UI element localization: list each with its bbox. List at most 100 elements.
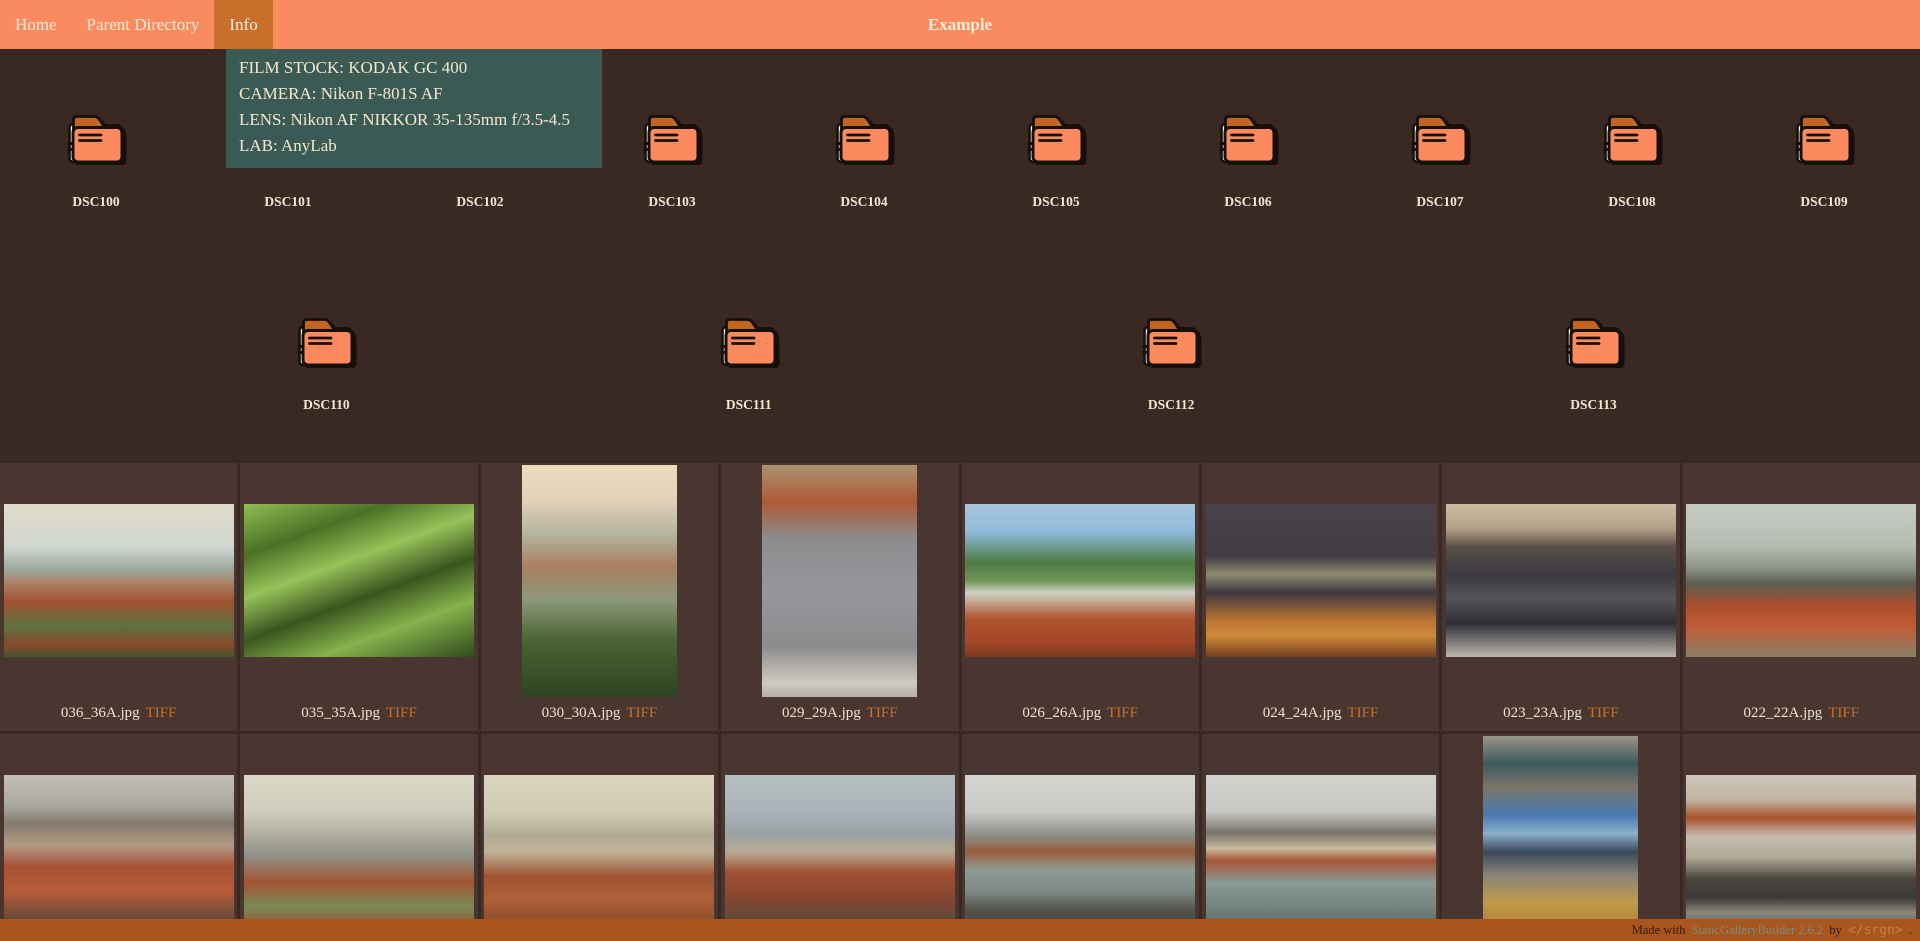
photo-filename: 024_24A.jpg	[1263, 705, 1342, 721]
folder-label: DSC113	[1498, 397, 1690, 413]
folder-icon	[640, 107, 704, 165]
photo-thumbnail[interactable]	[1206, 775, 1436, 928]
folder-item[interactable]: DSC112	[1075, 310, 1267, 413]
photo-thumbnail[interactable]	[965, 504, 1195, 657]
photo-filename: 030_30A.jpg	[542, 705, 621, 721]
folder-icon	[1562, 310, 1626, 368]
folder-label: DSC107	[1344, 194, 1536, 210]
footer-by-text: by	[1829, 923, 1842, 937]
photo-tile: 026_26A.jpg TIFF	[962, 463, 1199, 731]
photo-thumbnail[interactable]	[244, 504, 474, 657]
folder-item[interactable]: DSC107	[1344, 107, 1536, 210]
photo-tile: 029_29A.jpg TIFF	[721, 463, 958, 731]
tiff-link[interactable]: TIFF	[386, 705, 417, 721]
info-line-camera: CAMERA: Nikon F-801S AF	[239, 81, 589, 107]
photo-tile: 035_35A.jpg TIFF	[240, 463, 477, 731]
photo-filename: 026_26A.jpg	[1022, 705, 1101, 721]
tiff-link[interactable]: TIFF	[1828, 705, 1859, 721]
folder-label: DSC101	[192, 194, 384, 210]
photo-thumbnail[interactable]	[4, 775, 234, 928]
folder-icon	[1024, 107, 1088, 165]
info-line-lab: LAB: AnyLab	[239, 133, 589, 159]
static-gallery-builder-link[interactable]: StaticGalleryBuilder 2.6.2	[1692, 923, 1824, 937]
tiff-link[interactable]: TIFF	[1588, 705, 1619, 721]
folder-label: DSC102	[384, 194, 576, 210]
photo-tile	[1442, 734, 1679, 941]
footer: Made with StaticGalleryBuilder 2.6.2 by …	[0, 919, 1920, 941]
folder-item[interactable]: DSC103	[576, 107, 768, 210]
photo-tile: 022_22A.jpg TIFF	[1683, 463, 1920, 731]
folder-label: DSC112	[1075, 397, 1267, 413]
folder-label: DSC104	[768, 194, 960, 210]
folder-item[interactable]: DSC104	[768, 107, 960, 210]
folder-label: DSC106	[1152, 194, 1344, 210]
tiff-link[interactable]: TIFF	[626, 705, 657, 721]
folder-item[interactable]: DSC106	[1152, 107, 1344, 210]
folder-icon	[832, 107, 896, 165]
photo-thumbnail[interactable]	[725, 775, 955, 928]
photo-thumbnail[interactable]	[244, 775, 474, 928]
photo-thumbnail[interactable]	[1206, 504, 1436, 657]
photo-tile	[1202, 734, 1439, 941]
folder-icon	[294, 310, 358, 368]
photo-tile: 023_23A.jpg TIFF	[1442, 463, 1679, 731]
photo-thumbnail[interactable]	[522, 465, 677, 697]
photo-tile	[1683, 734, 1920, 941]
folder-label: DSC109	[1728, 194, 1920, 210]
footer-made-with-text: Made with	[1632, 923, 1686, 937]
folder-icon	[1600, 107, 1664, 165]
footer-period: .	[1909, 923, 1912, 937]
info-line-film-stock: FILM STOCK: KODAK GC 400	[239, 55, 589, 81]
folder-item[interactable]: DSC105	[960, 107, 1152, 210]
photo-thumbnail[interactable]	[484, 775, 714, 928]
thumbnail-grid: 036_36A.jpg TIFF 035_35A.jpg TIFF 030_30A.…	[0, 463, 1920, 941]
photo-tile	[481, 734, 718, 941]
photo-thumbnail[interactable]	[4, 504, 234, 657]
folder-icon	[1139, 310, 1203, 368]
tiff-link[interactable]: TIFF	[1348, 705, 1379, 721]
photo-tile: 036_36A.jpg TIFF	[0, 463, 237, 731]
photo-tile: 030_30A.jpg TIFF	[481, 463, 718, 731]
folder-item[interactable]: DSC110	[230, 310, 422, 413]
folder-icon	[717, 310, 781, 368]
photo-tile	[962, 734, 1199, 941]
folder-item[interactable]: DSC100	[0, 107, 192, 210]
folder-label: DSC100	[0, 194, 192, 210]
photo-filename: 035_35A.jpg	[301, 705, 380, 721]
photo-thumbnail[interactable]	[762, 465, 917, 697]
folder-icon	[64, 107, 128, 165]
photo-thumbnail[interactable]	[1686, 775, 1916, 928]
photo-tile: 024_24A.jpg TIFF	[1202, 463, 1439, 731]
folder-icon	[1216, 107, 1280, 165]
top-nav: Home Parent Directory Info Example	[0, 0, 1920, 49]
nav-item-parent-directory[interactable]: Parent Directory	[72, 0, 215, 49]
photo-filename: 036_36A.jpg	[61, 705, 140, 721]
photo-tile	[240, 734, 477, 941]
nav-item-home[interactable]: Home	[0, 0, 72, 49]
photo-tile	[721, 734, 958, 941]
tiff-link[interactable]: TIFF	[867, 705, 898, 721]
folder-item[interactable]: DSC111	[653, 310, 845, 413]
tiff-link[interactable]: TIFF	[146, 705, 177, 721]
folder-item[interactable]: DSC109	[1728, 107, 1920, 210]
folder-label: DSC110	[230, 397, 422, 413]
info-panel: FILM STOCK: KODAK GC 400 CAMERA: Nikon F…	[226, 49, 602, 168]
tiff-link[interactable]: TIFF	[1107, 705, 1138, 721]
photo-thumbnail[interactable]	[1483, 736, 1638, 941]
folder-label: DSC103	[576, 194, 768, 210]
photo-filename: 022_22A.jpg	[1744, 705, 1823, 721]
nav-item-info[interactable]: Info	[214, 0, 272, 49]
srgn-logo[interactable]: </srgn>	[1848, 923, 1903, 938]
folder-icon	[1408, 107, 1472, 165]
photo-thumbnail[interactable]	[965, 775, 1195, 928]
photo-thumbnail[interactable]	[1686, 504, 1916, 657]
info-line-lens: LENS: Nikon AF NIKKOR 35-135mm f/3.5-4.5	[239, 107, 589, 133]
photo-filename: 023_23A.jpg	[1503, 705, 1582, 721]
photo-filename: 029_29A.jpg	[782, 705, 861, 721]
photo-thumbnail[interactable]	[1446, 504, 1676, 657]
folder-item[interactable]: DSC113	[1498, 310, 1690, 413]
folder-label: DSC108	[1536, 194, 1728, 210]
photo-tile	[0, 734, 237, 941]
folder-icon	[1792, 107, 1856, 165]
folder-item[interactable]: DSC108	[1536, 107, 1728, 210]
